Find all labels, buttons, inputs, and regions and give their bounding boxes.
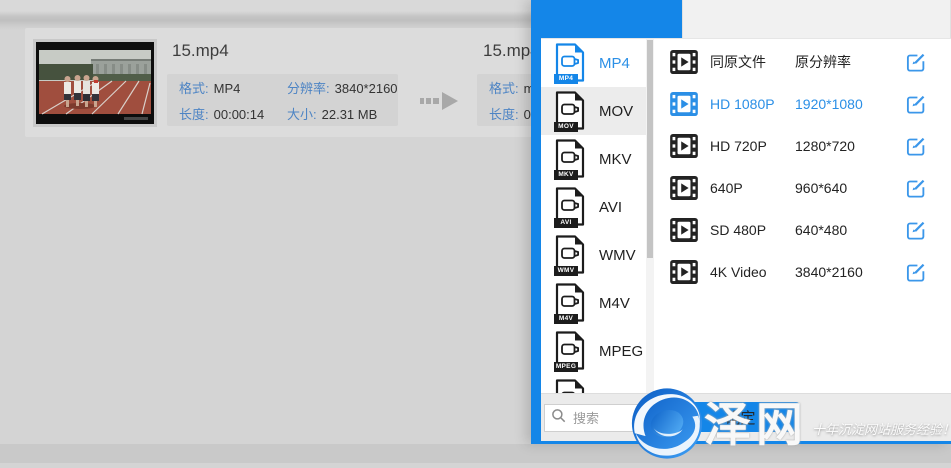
info-field: 长度: 00:00:14 [179,104,287,123]
format-list: MP4 MP4 MOV [541,39,654,393]
format-tabs [541,0,951,39]
video-file-icon: MPEG [554,330,586,372]
info-label: 格式: [489,81,519,96]
info-field: 格式: MP4 [179,78,287,97]
format-item[interactable]: AVI AVI [541,183,654,231]
window-bottom-strip [0,444,951,463]
format-tab[interactable] [541,0,682,38]
film-strip-icon [670,50,698,74]
thumbnail-image [36,42,154,124]
quality-list: 同原文件 原分辨率 [654,39,951,393]
quality-name: 4K Video [710,264,795,280]
video-file-icon: MOV [554,90,586,132]
format-label: MPEG [599,343,643,360]
film-strip-icon [670,134,698,158]
app-screen: 15.mp4 格式: MP4 分辨率: 3840*2160 长度: 00:00:14 大小:… [0,0,951,463]
quality-row[interactable]: 4K Video 3840*2160 [654,251,951,293]
quality-resolution: 3840*2160 [795,264,905,280]
info-value: 22.31 MB [322,107,378,122]
edit-icon[interactable] [905,262,926,283]
video-thumbnail [33,39,157,127]
info-value: 00:00:14 [214,107,265,122]
format-list-scrollbar[interactable] [646,39,654,393]
quality-name: 640P [710,180,795,196]
info-field: 分辨率: 3840*2160 [287,78,398,97]
info-label: 大小: [287,107,317,122]
quality-row[interactable]: 640P 960*640 [654,167,951,209]
quality-resolution: 960*640 [795,180,905,196]
format-item[interactable] [541,375,654,393]
format-label: WMV [599,247,636,264]
source-info-box: 格式: MP4 分辨率: 3840*2160 长度: 00:00:14 大小: 22.31 M… [167,74,398,126]
format-badge: MPEG [554,362,578,372]
film-strip-icon [670,92,698,116]
format-label: MKV [599,151,632,168]
quality-row[interactable]: 同原文件 原分辨率 [654,41,951,83]
format-label: MP4 [599,55,630,72]
edit-icon[interactable] [905,94,926,115]
output-format-popup: MP4 MP4 MOV [531,0,951,444]
format-badge: AVI [554,218,578,228]
format-item[interactable]: MPEG MPEG [541,327,654,375]
search-box[interactable] [544,404,664,432]
quality-row[interactable]: HD 1080P 1920*1080 [654,83,951,125]
format-item[interactable]: MKV MKV [541,135,654,183]
convert-arrow-icon [420,90,460,117]
quality-name: SD 480P [710,222,795,238]
quality-resolution: 1280*720 [795,138,905,154]
info-label: 长度: [179,107,209,122]
format-tab[interactable] [682,0,950,38]
quality-resolution: 640*480 [795,222,905,238]
quality-row[interactable]: HD 720P 1280*720 [654,125,951,167]
format-item[interactable]: M4V M4V [541,279,654,327]
info-label: 格式: [179,81,209,96]
edit-icon[interactable] [905,52,926,73]
quality-resolution: 1920*1080 [795,96,905,112]
film-strip-icon [670,218,698,242]
format-badge: WMV [554,266,578,276]
format-label: AVI [599,199,622,216]
video-file-icon: MP4 [554,42,586,84]
edit-icon[interactable] [905,136,926,157]
edit-icon[interactable] [905,220,926,241]
video-file-icon: AVI [554,186,586,228]
edit-icon[interactable] [905,178,926,199]
info-label: 长度: [489,107,519,122]
quality-resolution: 原分辨率 [795,52,905,72]
info-label: 分辨率: [287,81,330,96]
video-file-icon: WMV [554,234,586,276]
confirm-button[interactable]: 确定 [681,402,800,432]
format-badge: MP4 [554,74,578,84]
format-badge: MOV [554,122,578,132]
format-badge: M4V [554,314,578,324]
format-badge: MKV [554,170,578,180]
format-item[interactable]: MOV MOV [541,87,654,135]
info-value: MP4 [214,81,241,96]
video-file-icon: M4V [554,282,586,324]
popup-footer: 确定 [541,393,951,441]
format-sidebar: MP4 MP4 MOV [541,39,654,393]
format-item[interactable]: WMV WMV [541,231,654,279]
film-strip-icon [670,176,698,200]
info-value: 3840*2160 [335,81,398,96]
info-field: 大小: 22.31 MB [287,104,398,123]
video-file-icon: MKV [554,138,586,180]
quality-name: HD 1080P [710,96,795,112]
source-file-title: 15.mp4 [172,41,229,61]
scrollbar-thumb[interactable] [647,40,653,258]
search-input[interactable] [571,410,655,427]
quality-row[interactable]: SD 480P 640*480 [654,209,951,251]
format-item[interactable]: MP4 MP4 [541,39,654,87]
film-strip-icon [670,260,698,284]
quality-name: HD 720P [710,138,795,154]
video-file-icon [554,378,586,393]
format-label: MOV [599,103,633,120]
format-label: M4V [599,295,630,312]
search-icon [551,408,566,428]
quality-name: 同原文件 [710,52,795,72]
popup-body: MP4 MP4 MOV [541,39,951,393]
